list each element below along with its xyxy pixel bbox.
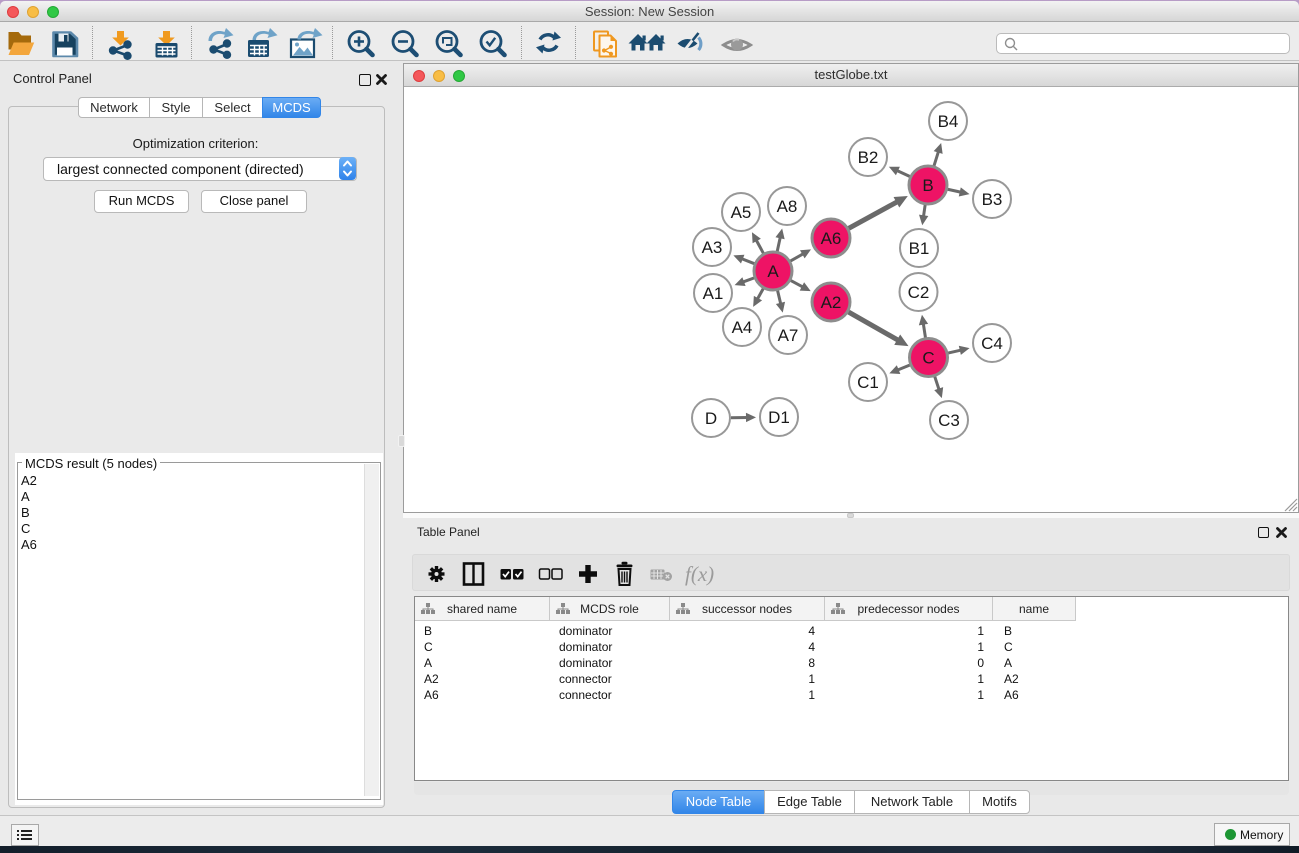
svg-text:B1: B1 (909, 239, 930, 258)
svg-text:A1: A1 (703, 284, 724, 303)
svg-text:C1: C1 (857, 373, 879, 392)
svg-text:A8: A8 (777, 197, 798, 216)
svg-text:C2: C2 (908, 283, 930, 302)
svg-text:B4: B4 (938, 112, 959, 131)
svg-text:A6: A6 (821, 229, 842, 248)
svg-text:D1: D1 (768, 408, 790, 427)
svg-text:A5: A5 (731, 203, 752, 222)
svg-text:A2: A2 (821, 293, 842, 312)
svg-text:C: C (922, 349, 934, 368)
svg-text:A: A (767, 262, 779, 281)
svg-text:C4: C4 (981, 334, 1003, 353)
svg-text:A3: A3 (702, 238, 723, 257)
svg-text:A7: A7 (778, 326, 799, 345)
svg-text:B2: B2 (858, 148, 879, 167)
svg-text:f(x): f(x) (685, 562, 714, 586)
svg-text:D: D (705, 409, 717, 428)
svg-text:A4: A4 (732, 318, 753, 337)
svg-text:B: B (922, 176, 933, 195)
svg-text:C3: C3 (938, 411, 960, 430)
svg-text:B3: B3 (982, 190, 1003, 209)
